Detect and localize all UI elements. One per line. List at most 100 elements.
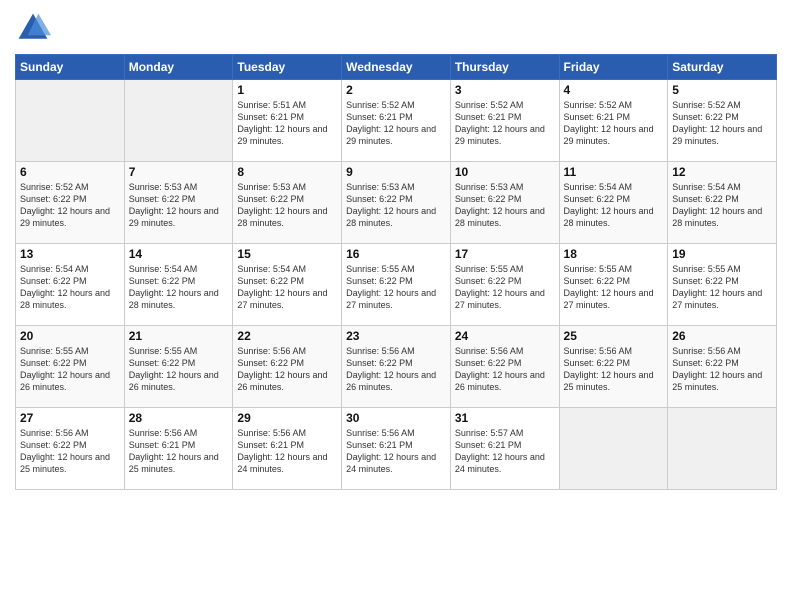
calendar-cell: 13 Sunrise: 5:54 AM Sunset: 6:22 PM Dayli… — [16, 244, 125, 326]
day-info: Sunrise: 5:53 AM Sunset: 6:22 PM Dayligh… — [346, 181, 446, 230]
calendar-week-1: 1 Sunrise: 5:51 AM Sunset: 6:21 PM Daylig… — [16, 80, 777, 162]
day-info: Sunrise: 5:55 AM Sunset: 6:22 PM Dayligh… — [346, 263, 446, 312]
day-number: 11 — [564, 165, 664, 179]
day-info: Sunrise: 5:52 AM Sunset: 6:21 PM Dayligh… — [564, 99, 664, 148]
day-info: Sunrise: 5:56 AM Sunset: 6:22 PM Dayligh… — [20, 427, 120, 476]
calendar-cell: 15 Sunrise: 5:54 AM Sunset: 6:22 PM Dayli… — [233, 244, 342, 326]
day-info: Sunrise: 5:56 AM Sunset: 6:22 PM Dayligh… — [237, 345, 337, 394]
day-info: Sunrise: 5:55 AM Sunset: 6:22 PM Dayligh… — [455, 263, 555, 312]
calendar-cell: 24 Sunrise: 5:56 AM Sunset: 6:22 PM Dayli… — [450, 326, 559, 408]
day-number: 2 — [346, 83, 446, 97]
weekday-header-tuesday: Tuesday — [233, 55, 342, 80]
calendar-cell: 19Sunrise: 5:55 AM Sunset: 6:22 PM Dayli… — [668, 244, 777, 326]
calendar-cell — [16, 80, 125, 162]
day-info: Sunrise: 5:56 AM Sunset: 6:22 PM Dayligh… — [346, 345, 446, 394]
day-number: 24 — [455, 329, 555, 343]
day-number: 30 — [346, 411, 446, 425]
calendar-cell: 22 Sunrise: 5:56 AM Sunset: 6:22 PM Dayli… — [233, 326, 342, 408]
day-number: 25 — [564, 329, 664, 343]
calendar-week-5: 27 Sunrise: 5:56 AM Sunset: 6:22 PM Dayli… — [16, 408, 777, 490]
day-info: Sunrise: 5:56 AM Sunset: 6:22 PM Dayligh… — [455, 345, 555, 394]
header — [15, 10, 777, 46]
calendar-cell: 11 Sunrise: 5:54 AM Sunset: 6:22 PM Dayli… — [559, 162, 668, 244]
weekday-header-monday: Monday — [124, 55, 233, 80]
calendar-cell: 29Sunrise: 5:56 AM Sunset: 6:21 PM Dayli… — [233, 408, 342, 490]
calendar-week-4: 20 Sunrise: 5:55 AM Sunset: 6:22 PM Dayli… — [16, 326, 777, 408]
calendar-cell: 17Sunrise: 5:55 AM Sunset: 6:22 PM Dayli… — [450, 244, 559, 326]
day-number: 3 — [455, 83, 555, 97]
weekday-row: SundayMondayTuesdayWednesdayThursdayFrid… — [16, 55, 777, 80]
day-number: 4 — [564, 83, 664, 97]
calendar-cell: 4 Sunrise: 5:52 AM Sunset: 6:21 PM Daylig… — [559, 80, 668, 162]
day-info: Sunrise: 5:55 AM Sunset: 6:22 PM Dayligh… — [129, 345, 229, 394]
logo-icon — [15, 10, 51, 46]
calendar-cell: 8Sunrise: 5:53 AM Sunset: 6:22 PM Daylig… — [233, 162, 342, 244]
day-number: 28 — [129, 411, 229, 425]
day-number: 18 — [564, 247, 664, 261]
day-info: Sunrise: 5:56 AM Sunset: 6:22 PM Dayligh… — [564, 345, 664, 394]
calendar-cell: 3Sunrise: 5:52 AM Sunset: 6:21 PM Daylig… — [450, 80, 559, 162]
day-info: Sunrise: 5:53 AM Sunset: 6:22 PM Dayligh… — [455, 181, 555, 230]
day-info: Sunrise: 5:52 AM Sunset: 6:22 PM Dayligh… — [672, 99, 772, 148]
day-info: Sunrise: 5:52 AM Sunset: 6:21 PM Dayligh… — [346, 99, 446, 148]
calendar-header: SundayMondayTuesdayWednesdayThursdayFrid… — [16, 55, 777, 80]
calendar-week-3: 13 Sunrise: 5:54 AM Sunset: 6:22 PM Dayli… — [16, 244, 777, 326]
calendar-cell: 10Sunrise: 5:53 AM Sunset: 6:22 PM Dayli… — [450, 162, 559, 244]
day-number: 20 — [20, 329, 120, 343]
day-number: 15 — [237, 247, 337, 261]
day-number: 21 — [129, 329, 229, 343]
calendar-cell: 9 Sunrise: 5:53 AM Sunset: 6:22 PM Daylig… — [342, 162, 451, 244]
calendar-cell: 12 Sunrise: 5:54 AM Sunset: 6:22 PM Dayli… — [668, 162, 777, 244]
day-info: Sunrise: 5:56 AM Sunset: 6:22 PM Dayligh… — [672, 345, 772, 394]
weekday-header-thursday: Thursday — [450, 55, 559, 80]
day-number: 12 — [672, 165, 772, 179]
calendar-cell: 27 Sunrise: 5:56 AM Sunset: 6:22 PM Dayli… — [16, 408, 125, 490]
calendar-cell: 5Sunrise: 5:52 AM Sunset: 6:22 PM Daylig… — [668, 80, 777, 162]
weekday-header-sunday: Sunday — [16, 55, 125, 80]
calendar-cell: 2 Sunrise: 5:52 AM Sunset: 6:21 PM Daylig… — [342, 80, 451, 162]
day-info: Sunrise: 5:51 AM Sunset: 6:21 PM Dayligh… — [237, 99, 337, 148]
day-info: Sunrise: 5:56 AM Sunset: 6:21 PM Dayligh… — [129, 427, 229, 476]
day-info: Sunrise: 5:52 AM Sunset: 6:22 PM Dayligh… — [20, 181, 120, 230]
day-info: Sunrise: 5:54 AM Sunset: 6:22 PM Dayligh… — [20, 263, 120, 312]
day-number: 6 — [20, 165, 120, 179]
day-number: 23 — [346, 329, 446, 343]
day-info: Sunrise: 5:57 AM Sunset: 6:21 PM Dayligh… — [455, 427, 555, 476]
day-info: Sunrise: 5:56 AM Sunset: 6:21 PM Dayligh… — [237, 427, 337, 476]
day-number: 13 — [20, 247, 120, 261]
day-info: Sunrise: 5:54 AM Sunset: 6:22 PM Dayligh… — [129, 263, 229, 312]
calendar-cell: 23 Sunrise: 5:56 AM Sunset: 6:22 PM Dayli… — [342, 326, 451, 408]
calendar-cell — [668, 408, 777, 490]
day-number: 22 — [237, 329, 337, 343]
calendar-cell: 20 Sunrise: 5:55 AM Sunset: 6:22 PM Dayli… — [16, 326, 125, 408]
day-info: Sunrise: 5:54 AM Sunset: 6:22 PM Dayligh… — [237, 263, 337, 312]
calendar-cell: 7 Sunrise: 5:53 AM Sunset: 6:22 PM Daylig… — [124, 162, 233, 244]
calendar-cell: 18 Sunrise: 5:55 AM Sunset: 6:22 PM Dayli… — [559, 244, 668, 326]
calendar-cell: 30Sunrise: 5:56 AM Sunset: 6:21 PM Dayli… — [342, 408, 451, 490]
day-number: 19 — [672, 247, 772, 261]
calendar-cell: 6 Sunrise: 5:52 AM Sunset: 6:22 PM Daylig… — [16, 162, 125, 244]
calendar-cell: 14Sunrise: 5:54 AM Sunset: 6:22 PM Dayli… — [124, 244, 233, 326]
day-info: Sunrise: 5:55 AM Sunset: 6:22 PM Dayligh… — [564, 263, 664, 312]
calendar-cell: 31Sunrise: 5:57 AM Sunset: 6:21 PM Dayli… — [450, 408, 559, 490]
day-info: Sunrise: 5:54 AM Sunset: 6:22 PM Dayligh… — [564, 181, 664, 230]
day-info: Sunrise: 5:55 AM Sunset: 6:22 PM Dayligh… — [20, 345, 120, 394]
day-number: 1 — [237, 83, 337, 97]
day-info: Sunrise: 5:54 AM Sunset: 6:22 PM Dayligh… — [672, 181, 772, 230]
day-number: 16 — [346, 247, 446, 261]
calendar-cell — [124, 80, 233, 162]
day-number: 26 — [672, 329, 772, 343]
calendar-cell: 16 Sunrise: 5:55 AM Sunset: 6:22 PM Dayli… — [342, 244, 451, 326]
weekday-header-friday: Friday — [559, 55, 668, 80]
calendar-cell: 28 Sunrise: 5:56 AM Sunset: 6:21 PM Dayli… — [124, 408, 233, 490]
day-number: 7 — [129, 165, 229, 179]
weekday-header-saturday: Saturday — [668, 55, 777, 80]
calendar-cell: 26 Sunrise: 5:56 AM Sunset: 6:22 PM Dayli… — [668, 326, 777, 408]
day-number: 27 — [20, 411, 120, 425]
day-info: Sunrise: 5:53 AM Sunset: 6:22 PM Dayligh… — [129, 181, 229, 230]
calendar-cell: 25 Sunrise: 5:56 AM Sunset: 6:22 PM Dayli… — [559, 326, 668, 408]
weekday-header-wednesday: Wednesday — [342, 55, 451, 80]
day-number: 9 — [346, 165, 446, 179]
calendar-cell: 21 Sunrise: 5:55 AM Sunset: 6:22 PM Dayli… — [124, 326, 233, 408]
calendar-cell — [559, 408, 668, 490]
